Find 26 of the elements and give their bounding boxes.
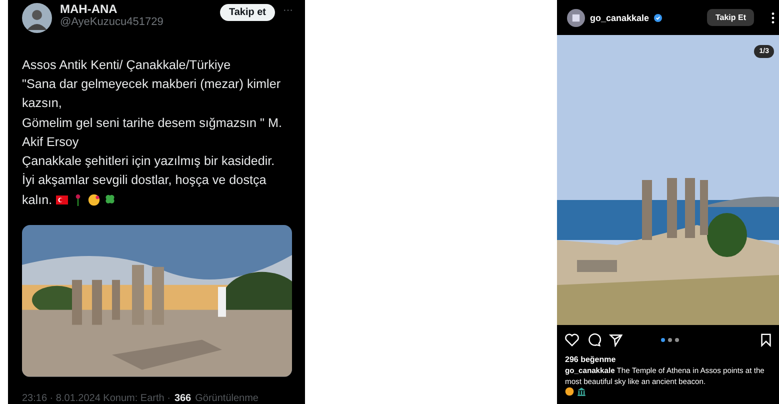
tweet-timestamp: 23:16 · 8.01.2024 Konum: Earth · (22, 393, 170, 404)
smiley-face-icon (565, 387, 574, 396)
username[interactable]: go_canakkale (590, 12, 650, 22)
avatar-icon[interactable] (22, 3, 52, 33)
clover-icon (104, 194, 116, 206)
temple-icon (577, 387, 586, 396)
view-count: 366 (174, 393, 192, 404)
like-count: 296 beğenme (564, 354, 617, 364)
share-icon[interactable] (609, 333, 623, 347)
flag-icon (56, 194, 68, 206)
carousel-dot[interactable] (661, 338, 665, 342)
heart-icon[interactable] (565, 333, 579, 347)
kissing-face-icon (88, 194, 100, 206)
more-button[interactable]: ··· (283, 5, 293, 16)
bookmark-icon[interactable] (759, 333, 773, 347)
display-name: MAH-ANA (60, 2, 118, 16)
avatar-icon[interactable] (567, 8, 585, 26)
carousel-dot[interactable] (675, 338, 679, 342)
user-handle: @AyeKuzucu451729 (60, 16, 164, 28)
more-options-icon[interactable] (771, 12, 775, 24)
comment-icon[interactable] (587, 333, 601, 347)
follow-button[interactable]: Takip Et (707, 9, 754, 26)
follow-button[interactable]: Takip et (220, 4, 275, 21)
tweet-text-line: kalın. (22, 192, 52, 207)
carousel-dot[interactable] (668, 338, 672, 342)
views-label: Görüntülenme (195, 393, 258, 404)
